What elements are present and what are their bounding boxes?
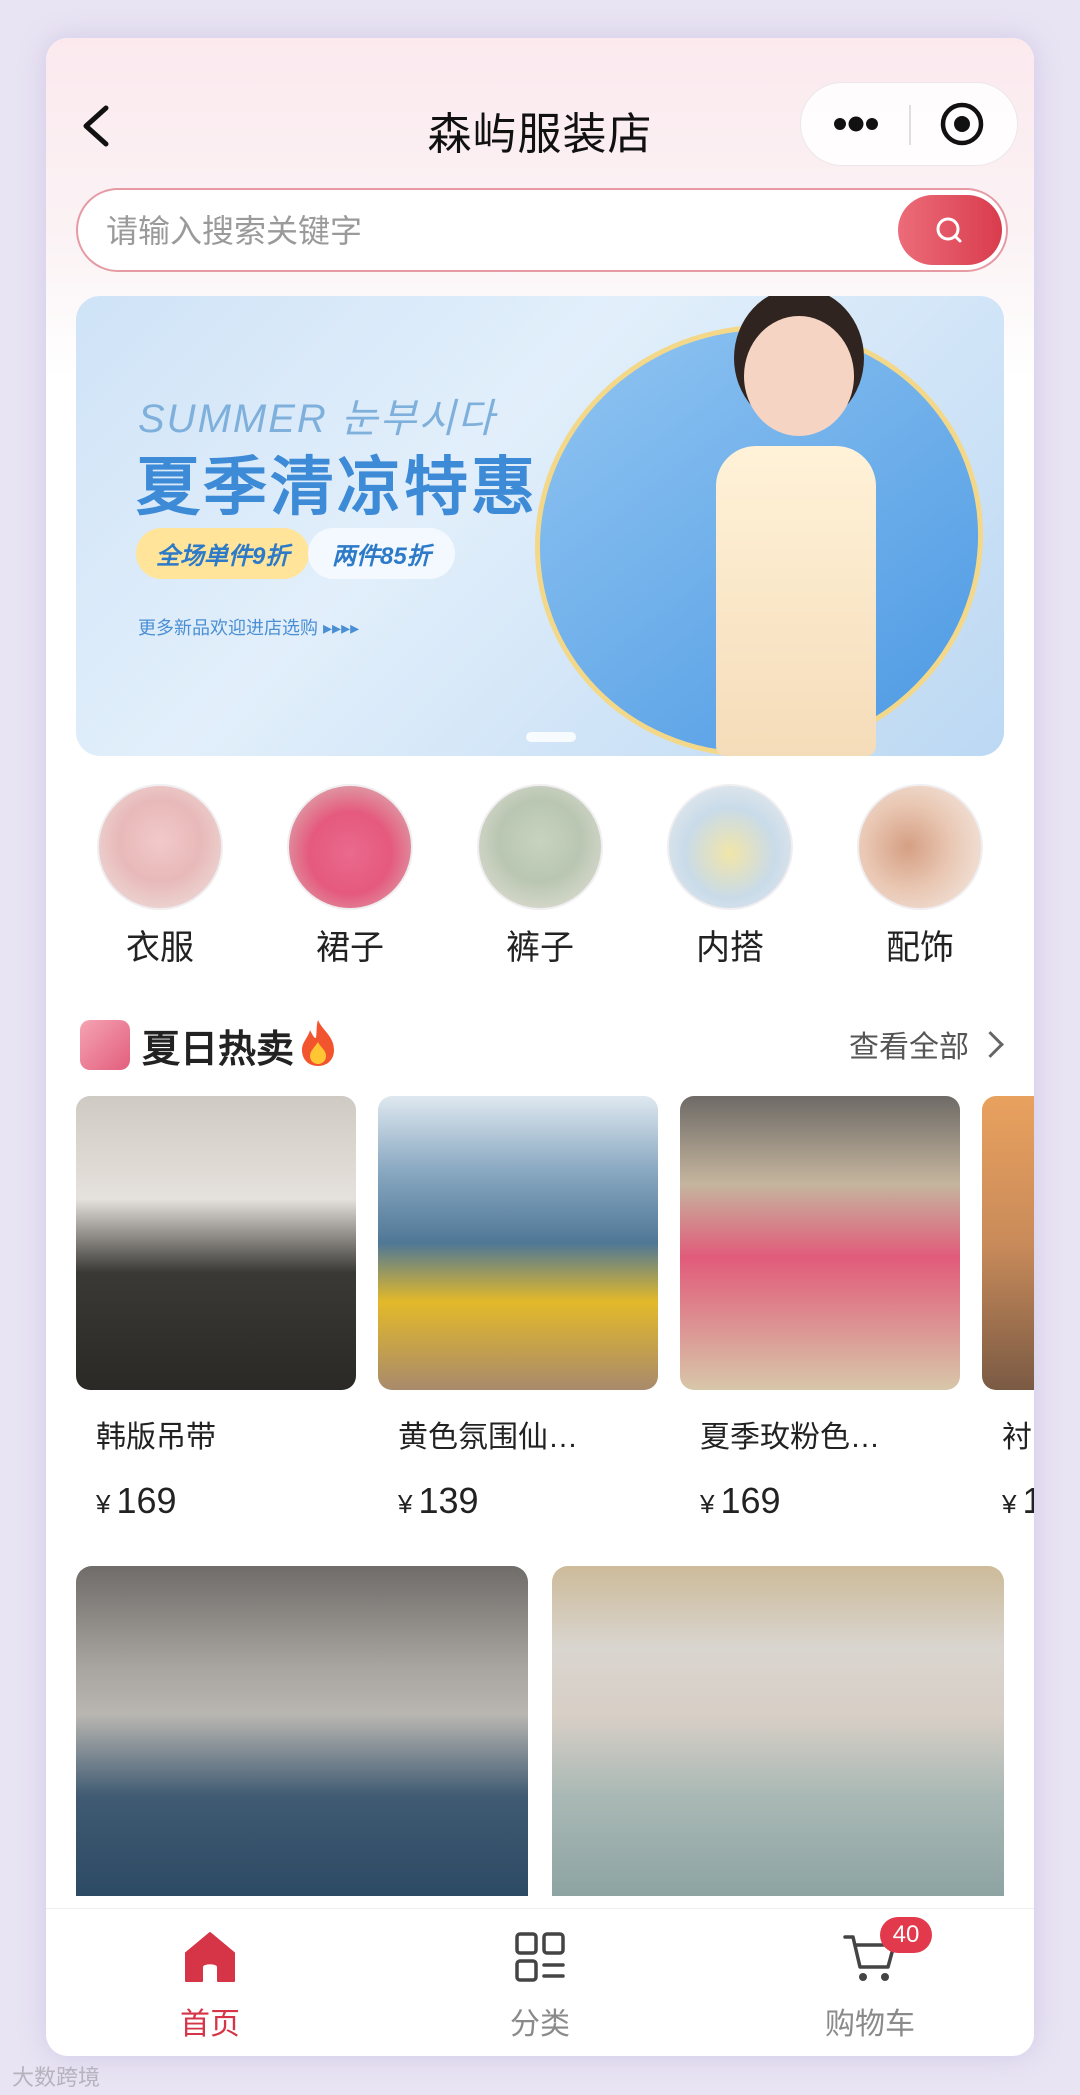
product-image <box>680 1096 960 1390</box>
more-dots-icon <box>834 116 878 132</box>
search-bar <box>76 188 1008 272</box>
banner-promo-single: 全场单件9折 <box>136 528 310 579</box>
category-clothes[interactable]: 衣服 <box>90 784 230 969</box>
search-input[interactable] <box>104 190 808 272</box>
view-all-label: 查看全部 <box>849 1031 969 1064</box>
search-button[interactable] <box>898 195 1002 265</box>
phone-screen: 森屿服装店 SUMMER 눈부시다 夏季清凉特惠 全场单件9折 <box>46 38 1034 2056</box>
featured-product-card[interactable] <box>552 1566 1004 1896</box>
category-image <box>477 784 603 910</box>
tab-home[interactable]: 首页 <box>110 1921 310 2043</box>
banner-headline: 夏季清凉特惠 <box>136 451 538 523</box>
featured-product-image <box>552 1566 1004 1896</box>
product-price: ¥1 <box>982 1480 1034 1522</box>
watermark: 大数跨境 <box>12 2065 101 2090</box>
banner-pagination-indicator <box>526 732 576 742</box>
product-image <box>378 1096 658 1390</box>
tab-label: 分类 <box>510 2008 570 2041</box>
bottom-tab-bar: 首页 分类 40 购物车 <box>46 1908 1034 2056</box>
price-value: 169 <box>116 1480 177 1521</box>
price-value: 169 <box>720 1480 781 1521</box>
featured-product-card[interactable] <box>76 1566 528 1896</box>
category-label: 裤子 <box>506 929 574 967</box>
category-image <box>667 784 793 910</box>
cart-count-badge: 40 <box>880 1917 932 1953</box>
category-label: 裙子 <box>316 929 384 967</box>
section-title: 夏日热卖 <box>142 1029 295 1071</box>
home-icon <box>185 1932 235 1982</box>
category-label: 配饰 <box>886 929 954 967</box>
tab-cart[interactable]: 40 购物车 <box>770 1917 970 2043</box>
more-button[interactable] <box>811 93 901 155</box>
category-pants[interactable]: 裤子 <box>470 784 610 969</box>
product-image <box>982 1096 1034 1390</box>
mini-program-capsule <box>800 82 1018 166</box>
category-image <box>287 784 413 910</box>
product-name: 韩版吊带 <box>96 1421 216 1454</box>
tab-label: 首页 <box>180 2008 240 2041</box>
fire-icon <box>302 1020 334 1066</box>
chevron-right-icon <box>977 1031 1004 1058</box>
capsule-divider <box>909 105 911 145</box>
product-card[interactable]: 夏季玫粉色… ¥169 <box>680 1096 960 1522</box>
product-card[interactable]: 韩版吊带 ¥169 <box>76 1096 356 1522</box>
product-image <box>76 1096 356 1390</box>
currency-symbol: ¥ <box>96 1489 111 1519</box>
product-name: 夏季玫粉色… <box>700 1421 880 1454</box>
banner-model-face <box>744 316 854 436</box>
tab-label: 购物车 <box>825 2008 915 2041</box>
category-image <box>857 784 983 910</box>
currency-symbol: ¥ <box>1002 1489 1017 1519</box>
category-accessories[interactable]: 配饰 <box>850 784 990 969</box>
category-skirts[interactable]: 裙子 <box>280 784 420 969</box>
category-label: 内搭 <box>696 929 764 967</box>
product-price: ¥169 <box>76 1480 356 1522</box>
category-innerwear[interactable]: 内搭 <box>660 784 800 969</box>
grid-icon <box>515 1932 565 1982</box>
price-value: 1 <box>1022 1480 1034 1521</box>
product-name: 衬 <box>1002 1421 1032 1454</box>
banner-subtext: 更多新品欢迎进店选购 ▸▸▸▸ <box>138 618 360 638</box>
promo-banner[interactable]: SUMMER 눈부시다 夏季清凉特惠 全场单件9折 两件85折 更多新品欢迎进店… <box>76 296 1004 756</box>
product-card[interactable]: 黄色氛围仙… ¥139 <box>378 1096 658 1522</box>
currency-symbol: ¥ <box>398 1489 413 1519</box>
section-thumbnail <box>80 1020 130 1070</box>
search-icon <box>936 217 962 243</box>
currency-symbol: ¥ <box>700 1489 715 1519</box>
product-name: 黄色氛围仙… <box>398 1421 578 1454</box>
product-price: ¥169 <box>680 1480 960 1522</box>
view-all-link[interactable]: 查看全部 <box>849 1022 1004 1066</box>
target-circle-icon <box>940 102 984 146</box>
tab-category[interactable]: 分类 <box>440 1921 640 2043</box>
close-mini-program-button[interactable] <box>917 93 1007 155</box>
category-image <box>97 784 223 910</box>
featured-product-image <box>76 1566 528 1896</box>
banner-promo-double: 两件85折 <box>308 528 455 579</box>
price-value: 139 <box>418 1480 479 1521</box>
banner-model-dress <box>716 446 876 756</box>
product-price: ¥139 <box>378 1480 658 1522</box>
product-card[interactable]: 衬 ¥1 <box>982 1096 1034 1522</box>
category-label: 衣服 <box>126 929 194 967</box>
